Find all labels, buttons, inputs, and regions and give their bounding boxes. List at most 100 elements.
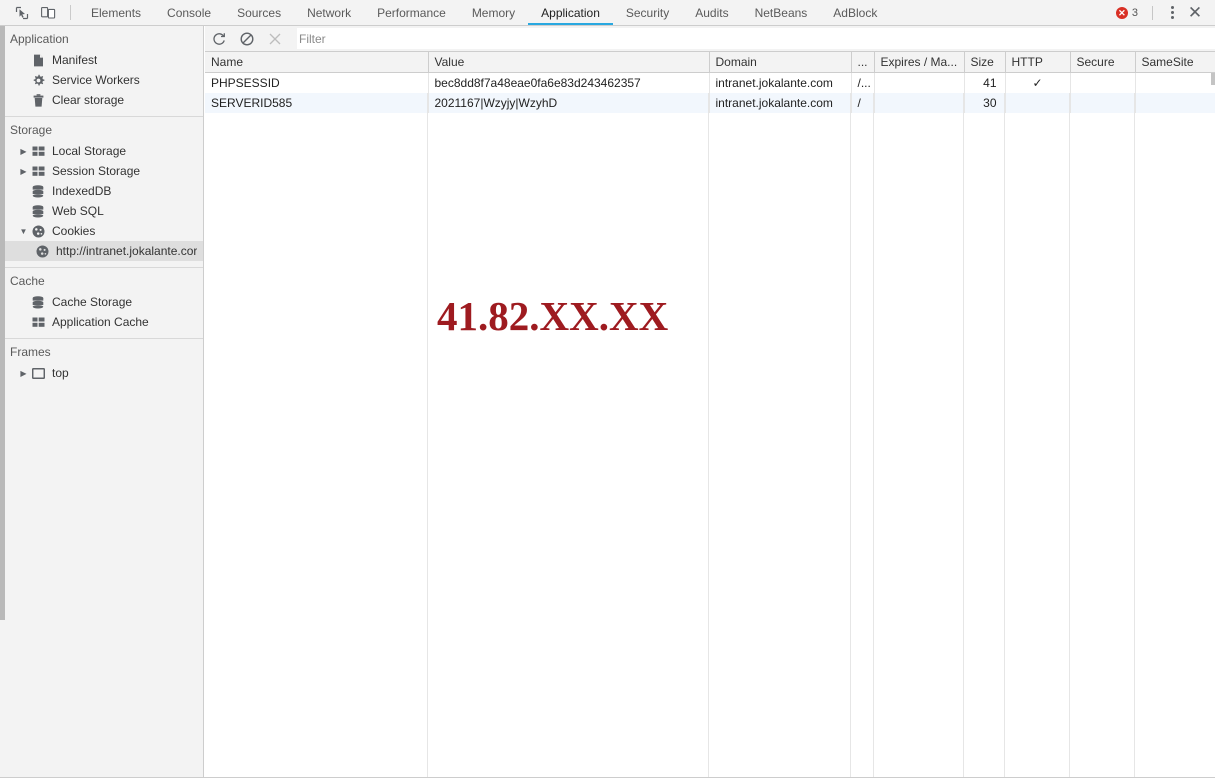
column-header-domain[interactable]: Domain — [709, 52, 852, 73]
sidebar-item-cache-storage[interactable]: Cache Storage — [0, 292, 203, 312]
filter-box[interactable] — [297, 28, 1215, 49]
sidebar-section-cache: Cache — [10, 274, 45, 288]
chevron-down-icon[interactable]: ▼ — [18, 227, 29, 236]
sidebar-item-local-storage[interactable]: ▶ Local Storage — [0, 141, 203, 161]
table-header-row: Name Value Domain ... Expires / Ma... Si… — [205, 52, 1215, 73]
sidebar-section-frames: Frames — [10, 345, 51, 359]
delete-selected-icon[interactable] — [261, 26, 289, 52]
sidebar-item-web-sql[interactable]: Web SQL — [0, 201, 203, 221]
cell-size[interactable]: 30 — [964, 93, 1006, 113]
tab-label: Memory — [471, 5, 516, 20]
tab-label: Console — [167, 5, 212, 20]
table-empty-area — [205, 93, 1215, 778]
gear-icon — [30, 74, 46, 87]
cell-samesite[interactable] — [1135, 72, 1215, 93]
tab-console[interactable]: Console — [154, 0, 224, 25]
database-icon — [30, 184, 46, 198]
column-header-expires[interactable]: Expires / Ma... — [874, 52, 965, 73]
table-icon — [30, 166, 46, 177]
error-badge[interactable]: ✕ 3 — [1115, 6, 1138, 19]
cell-path[interactable]: / — [851, 93, 875, 113]
cell-value[interactable]: bec8dd8f7a48eae0fa6e83d243462357 — [428, 72, 710, 93]
tab-network[interactable]: Network — [294, 0, 364, 25]
tab-label: Application — [541, 5, 600, 20]
clear-all-cookies-icon[interactable] — [233, 26, 261, 52]
tab-performance[interactable]: Performance — [364, 0, 459, 25]
tab-adblock[interactable]: AdBlock — [820, 0, 890, 25]
column-header-http[interactable]: HTTP — [1005, 52, 1071, 73]
sidebar-item-cookie-origin[interactable]: http://intranet.jokalante.cor — [0, 241, 203, 261]
frame-icon — [30, 367, 46, 379]
close-icon[interactable]: ✕ — [1183, 3, 1207, 23]
refresh-icon[interactable] — [205, 26, 233, 52]
cell-path[interactable]: /... — [851, 72, 875, 93]
cell-size[interactable]: 41 — [964, 72, 1006, 93]
chevron-right-icon[interactable]: ▶ — [18, 369, 29, 378]
cell-domain[interactable]: intranet.jokalante.com — [709, 72, 852, 93]
search-input[interactable] — [297, 28, 1215, 49]
table-scrollbar[interactable] — [1211, 73, 1215, 85]
table-icon — [30, 317, 46, 328]
cell-expires[interactable] — [874, 72, 965, 93]
devtools-tab-bar: Elements Console Sources Network Perform… — [0, 0, 1215, 26]
tab-netbeans[interactable]: NetBeans — [742, 0, 821, 25]
cell-http[interactable] — [1005, 93, 1071, 113]
column-header-value[interactable]: Value — [428, 52, 710, 73]
cookie-icon — [34, 245, 50, 258]
sidebar-item-session-storage[interactable]: ▶ Session Storage — [0, 161, 203, 181]
kebab-menu-icon[interactable] — [1161, 3, 1183, 23]
column-header-samesite[interactable]: SameSite — [1135, 52, 1215, 73]
cell-http[interactable]: ✓ — [1005, 72, 1071, 93]
column-header-size[interactable]: Size — [964, 52, 1006, 73]
database-icon — [30, 295, 46, 309]
badge-separator — [1152, 5, 1153, 20]
tab-security[interactable]: Security — [613, 0, 682, 25]
column-header-name[interactable]: Name — [205, 52, 429, 73]
cookies-toolbar — [205, 26, 1215, 52]
error-circle-icon: ✕ — [1115, 6, 1128, 19]
chevron-right-icon[interactable]: ▶ — [18, 167, 29, 176]
tab-application[interactable]: Application — [528, 0, 613, 25]
error-count: 3 — [1131, 6, 1138, 19]
database-icon — [30, 204, 46, 218]
sidebar-item-service-workers[interactable]: Service Workers — [0, 70, 203, 90]
sidebar-item-manifest[interactable]: Manifest — [0, 50, 203, 70]
tab-label: NetBeans — [754, 5, 808, 20]
sidebar-scrollbar[interactable] — [0, 26, 5, 620]
tab-sources[interactable]: Sources — [224, 0, 294, 25]
tab-memory[interactable]: Memory — [459, 0, 528, 25]
column-header-secure[interactable]: Secure — [1070, 52, 1136, 73]
tab-label: Performance — [377, 5, 446, 20]
sidebar-item-label: Local Storage — [52, 144, 127, 158]
cell-samesite[interactable] — [1135, 93, 1215, 113]
sidebar-item-cookies[interactable]: ▼ Cookies — [0, 221, 203, 241]
sidebar-item-clear-storage[interactable]: Clear storage — [0, 90, 203, 110]
sidebar-item-top-frame[interactable]: ▶ top — [0, 363, 203, 383]
sidebar-item-label: Manifest — [52, 53, 98, 67]
inspect-cursor-icon[interactable] — [8, 0, 35, 25]
sidebar-item-indexeddb[interactable]: IndexedDB — [0, 181, 203, 201]
sidebar-section-storage: Storage — [10, 123, 53, 137]
sidebar-section-application: Application — [10, 32, 69, 46]
cell-domain[interactable]: intranet.jokalante.com — [709, 93, 852, 113]
ip-watermark: 41.82.XX.XX — [437, 293, 669, 339]
table-row[interactable]: PHPSESSID bec8dd8f7a48eae0fa6e83d2434623… — [205, 72, 1215, 93]
cell-secure[interactable] — [1070, 72, 1136, 93]
cell-name[interactable]: PHPSESSID — [205, 72, 429, 93]
tab-label: Audits — [695, 5, 729, 20]
device-toolbar-icon[interactable] — [35, 0, 62, 25]
column-header-path[interactable]: ... — [851, 52, 875, 73]
chevron-right-icon[interactable]: ▶ — [18, 147, 29, 156]
table-row[interactable]: SERVERID585 2021167|Wzyjy|WzyhD intranet… — [205, 93, 1215, 113]
sidebar-item-label: IndexedDB — [52, 184, 112, 198]
cell-name[interactable]: SERVERID585 — [205, 93, 429, 113]
tab-label: Sources — [237, 5, 282, 20]
cell-secure[interactable] — [1070, 93, 1136, 113]
tab-audits[interactable]: Audits — [682, 0, 741, 25]
sidebar-item-label: Session Storage — [52, 164, 141, 178]
sidebar-item-application-cache[interactable]: Application Cache — [0, 312, 203, 332]
table-icon — [30, 146, 46, 157]
cell-expires[interactable] — [874, 93, 965, 113]
cell-value[interactable]: 2021167|Wzyjy|WzyhD — [428, 93, 710, 113]
tab-elements[interactable]: Elements — [78, 0, 154, 25]
